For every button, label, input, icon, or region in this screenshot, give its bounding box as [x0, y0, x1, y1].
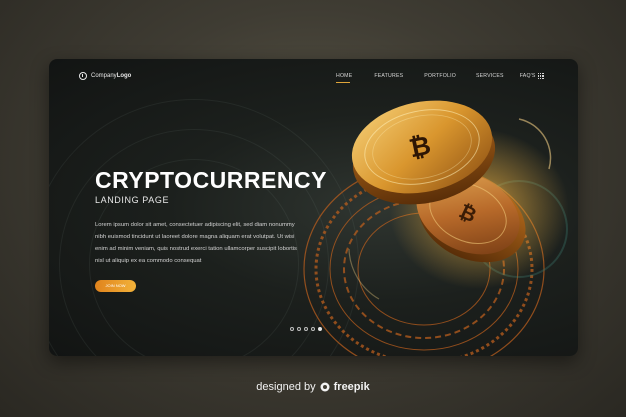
footer-prefix: designed by — [256, 381, 316, 393]
hero-body-text: Lorem ipsum dolor sit amet, consectetuer… — [95, 219, 335, 267]
footer-credit: designed by freepik — [0, 381, 626, 393]
body-line: enim ad minim veniam, quis nostrud exerc… — [95, 246, 298, 252]
body-line: nisl ut aliquip ex ea commodo consequat — [95, 258, 202, 264]
pager-dot-4[interactable] — [311, 327, 315, 331]
pager-dot-2[interactable] — [297, 327, 301, 331]
slide-pager — [290, 327, 322, 331]
hero-subtitle: LANDING PAGE — [95, 195, 170, 205]
hero-title: CRYPTOCURRENCY — [95, 167, 327, 193]
body-line: nibh euismod tincidunt ut laoreet dolore… — [95, 234, 295, 240]
pager-dot-1[interactable] — [290, 327, 294, 331]
freepik-icon — [320, 382, 330, 392]
coin-illustration: ₿ ₿ — [303, 100, 569, 356]
landing-page-frame: ₿ ₿ CompanyLogo HOME FEATURES PORTFOLIO … — [49, 59, 578, 356]
footer-brand[interactable]: freepik — [334, 381, 370, 393]
pager-dot-5[interactable] — [318, 327, 322, 331]
body-line: Lorem ipsum dolor sit amet, consectetuer… — [95, 222, 295, 228]
pager-dot-3[interactable] — [304, 327, 308, 331]
join-now-button[interactable]: JOIN NOW — [95, 280, 136, 292]
